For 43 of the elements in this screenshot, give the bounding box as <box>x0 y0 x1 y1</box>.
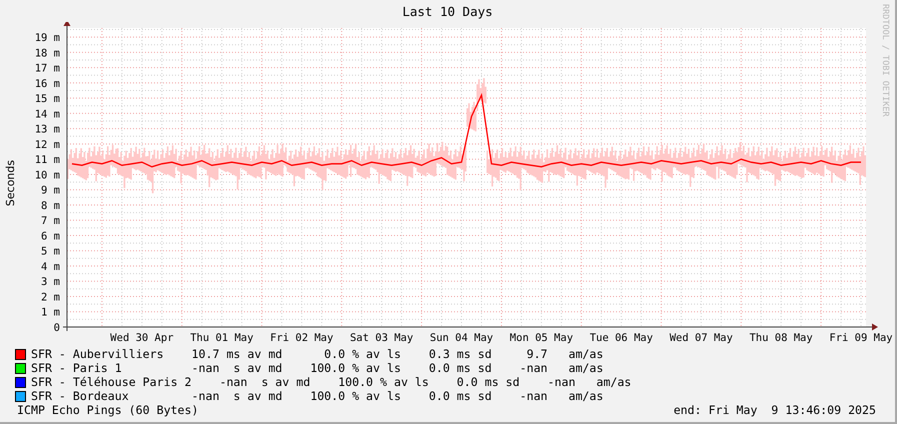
legend-label: SFR - Bordeaux <box>31 389 129 403</box>
legend-label: SFR - Téléhouse Paris 2 <box>31 375 192 389</box>
axis-label: Sun 04 May <box>430 332 494 344</box>
axis-label: 14 m <box>34 108 60 120</box>
axis-label: 6 m <box>41 230 60 242</box>
axis-label: Tue 06 May <box>590 332 653 344</box>
axis-label: 12 m <box>34 138 60 151</box>
axis-label: 5 m <box>41 246 60 258</box>
legend-stats: 10.7 ms av md 0.0 % av ls 0.3 ms sd 9.7 am/as <box>190 347 604 361</box>
axis-label: 1 m <box>41 306 60 319</box>
axis-label: 4 m <box>41 260 60 273</box>
axis-label: 15 m <box>34 93 60 106</box>
axis-label: Sat 03 May <box>350 332 414 344</box>
axis-label: Fri 09 May <box>829 332 893 344</box>
axis-label: Thu 01 May <box>190 332 254 344</box>
axis-label: 3 m <box>41 276 60 288</box>
axis-label: 16 m <box>34 78 60 90</box>
axis-label: Mon 05 May <box>510 332 574 344</box>
chart-title: Last 10 Days <box>402 3 493 21</box>
axis-title: Seconds <box>4 160 16 207</box>
axis-label: 8 m <box>41 200 60 212</box>
axis-label: Wed 07 May <box>670 332 733 344</box>
axis-label: Thu 08 May <box>750 332 813 344</box>
legend-stats: -nan s av md 100.0 % av ls 0.0 ms sd -nan am/as <box>190 389 604 403</box>
axis-label: 13 m <box>34 124 60 136</box>
axis-label: 7 m <box>41 215 60 228</box>
graph-caption: ICMP Echo Pings (60 Bytes) <box>17 403 198 417</box>
axis-label: 11 m <box>34 154 60 166</box>
axis-label: 0 <box>54 322 60 334</box>
axis-label: 2 m <box>41 292 60 304</box>
axis-label: Fri 02 May <box>270 332 334 344</box>
legend-stats: -nan s av md 100.0 % av ls 0.0 ms sd -nan am/as <box>218 375 632 389</box>
legend-label: SFR - Aubervilliers <box>31 347 164 361</box>
axis-label: 19 m <box>34 32 60 44</box>
end-time: end: Fri May 9 13:46:09 2025 <box>674 403 876 417</box>
axis-label: 10 m <box>34 169 60 182</box>
axis-label: 18 m <box>34 47 60 60</box>
axis-label: 9 m <box>41 184 60 197</box>
credit-text: RRDTOOL / TOBI OETIKER <box>880 4 890 117</box>
legend-label: SFR - Paris 1 <box>31 361 122 375</box>
legend-stats: -nan s av md 100.0 % av ls 0.0 ms sd -nan am/as <box>190 361 604 375</box>
axis-label: 17 m <box>34 62 60 75</box>
axis-label: Wed 30 Apr <box>110 332 174 344</box>
